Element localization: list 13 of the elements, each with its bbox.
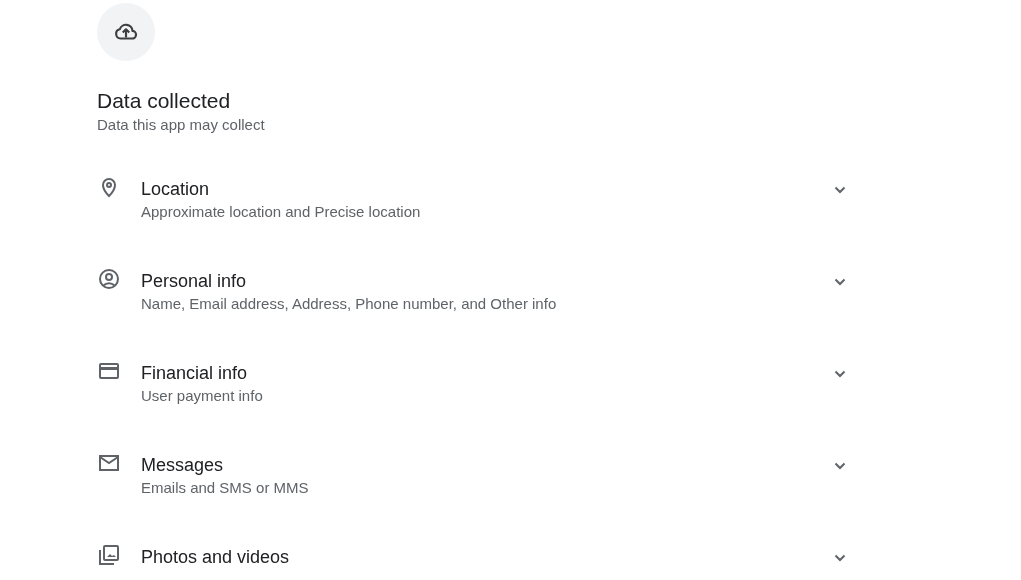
- category-title: Location: [141, 178, 211, 201]
- category-detail: Name, Email address, Address, Phone number, and Other info: [141, 294, 558, 314]
- account-circle-icon: [97, 267, 121, 291]
- category-title: Photos and videos: [141, 546, 291, 569]
- category-detail: Approximate location and Precise location: [141, 202, 422, 222]
- photo-library-icon: [97, 543, 121, 567]
- category-title: Messages: [141, 454, 225, 477]
- section-subtitle: Data this app may collect: [97, 115, 266, 135]
- category-detail: User payment info: [141, 386, 264, 406]
- section-title: Data collected: [97, 88, 232, 114]
- category-title: Personal info: [141, 270, 248, 293]
- category-detail: Emails and SMS or MMS: [141, 478, 310, 498]
- category-title: Financial info: [141, 362, 249, 385]
